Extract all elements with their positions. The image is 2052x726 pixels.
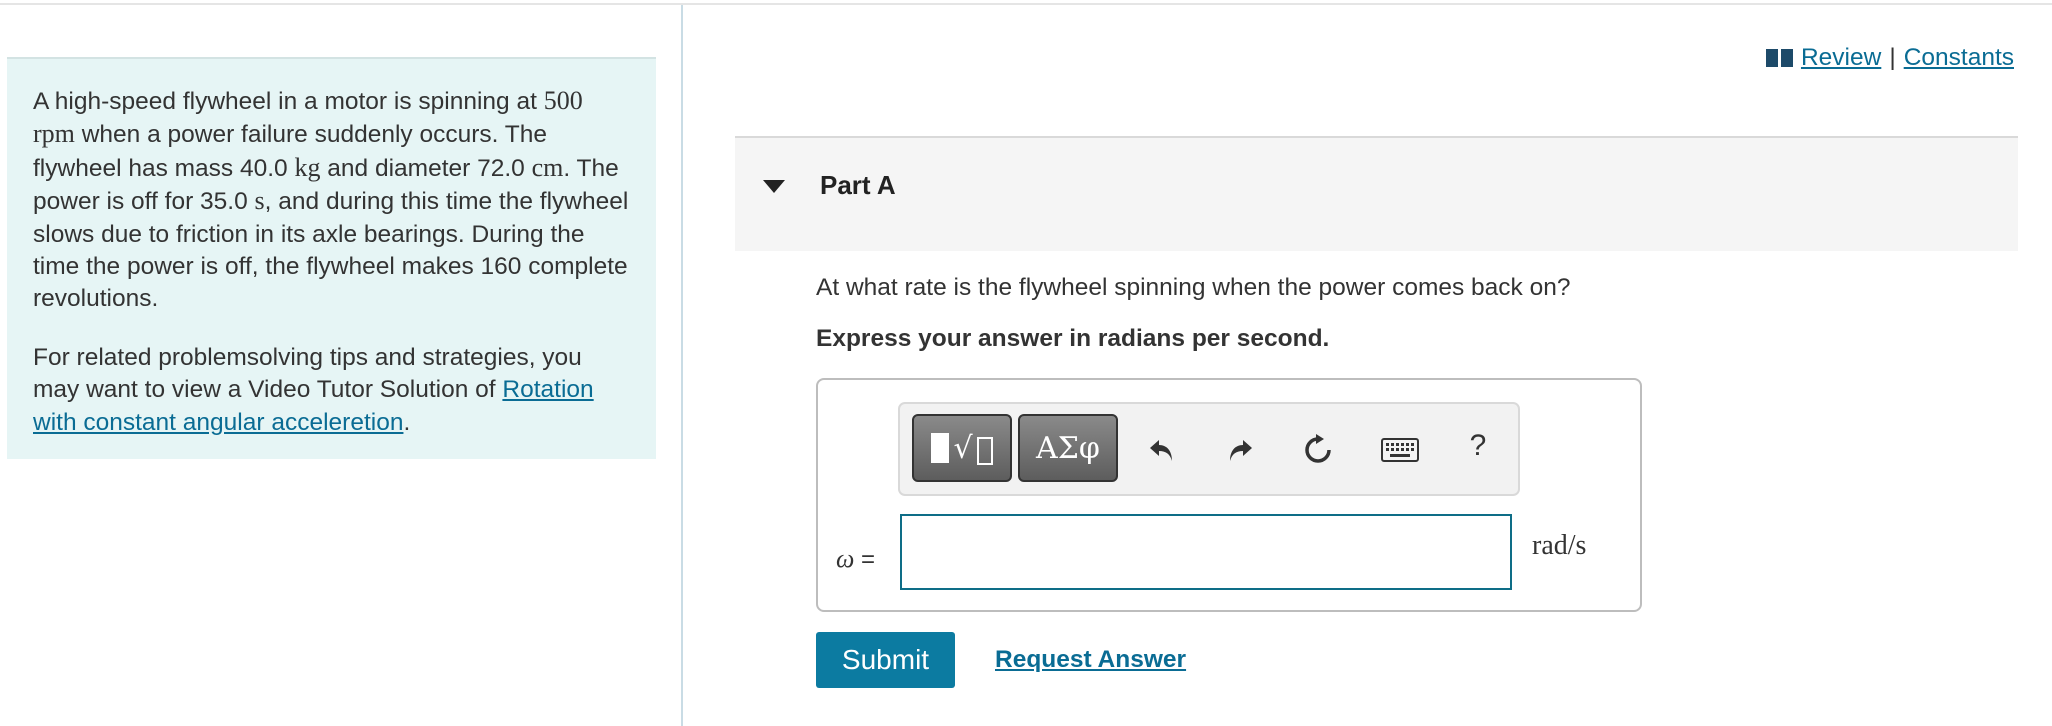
undo-icon[interactable] (1142, 432, 1182, 468)
math-toolbar: √ ΑΣφ ? (898, 402, 1520, 496)
answer-instruction: Express your answer in radians per secon… (816, 325, 1330, 352)
answer-unit: rad/s (1532, 530, 1587, 561)
redo-icon[interactable] (1220, 432, 1260, 468)
templates-icon: √ (931, 431, 993, 466)
answer-variable-label: ω = (836, 544, 876, 573)
answer-input[interactable] (900, 514, 1512, 590)
constants-link[interactable]: Constants (1904, 44, 2014, 72)
question-text: At what rate is the flywheel spinning wh… (816, 274, 1571, 301)
part-title: Part A (820, 170, 896, 200)
answer-box: √ ΑΣφ ? ω = rad/s (816, 378, 1642, 612)
link-separator: | (1889, 44, 1896, 71)
pane-divider[interactable] (681, 5, 683, 726)
reset-icon[interactable] (1298, 432, 1338, 468)
help-icon[interactable]: ? (1458, 428, 1498, 464)
submit-button[interactable]: Submit (816, 632, 955, 688)
part-a-header[interactable]: Part A (735, 138, 2018, 251)
top-rule (0, 3, 2052, 5)
resource-links: Review | Constants (1765, 44, 2014, 72)
symbols-button[interactable]: ΑΣφ (1018, 414, 1118, 482)
keyboard-icon[interactable] (1380, 432, 1420, 468)
request-answer-link[interactable]: Request Answer (995, 646, 1186, 674)
book-icon (1765, 49, 1793, 67)
templates-button[interactable]: √ (912, 414, 1012, 482)
problem-statement-panel: A high-speed flywheel in a motor is spin… (7, 57, 656, 459)
review-link[interactable]: Review (1801, 44, 1881, 72)
collapse-caret-icon[interactable] (763, 180, 785, 193)
problem-paragraph: A high-speed flywheel in a motor is spin… (33, 86, 629, 313)
tutor-paragraph: For related problemsolving tips and stra… (33, 343, 594, 436)
